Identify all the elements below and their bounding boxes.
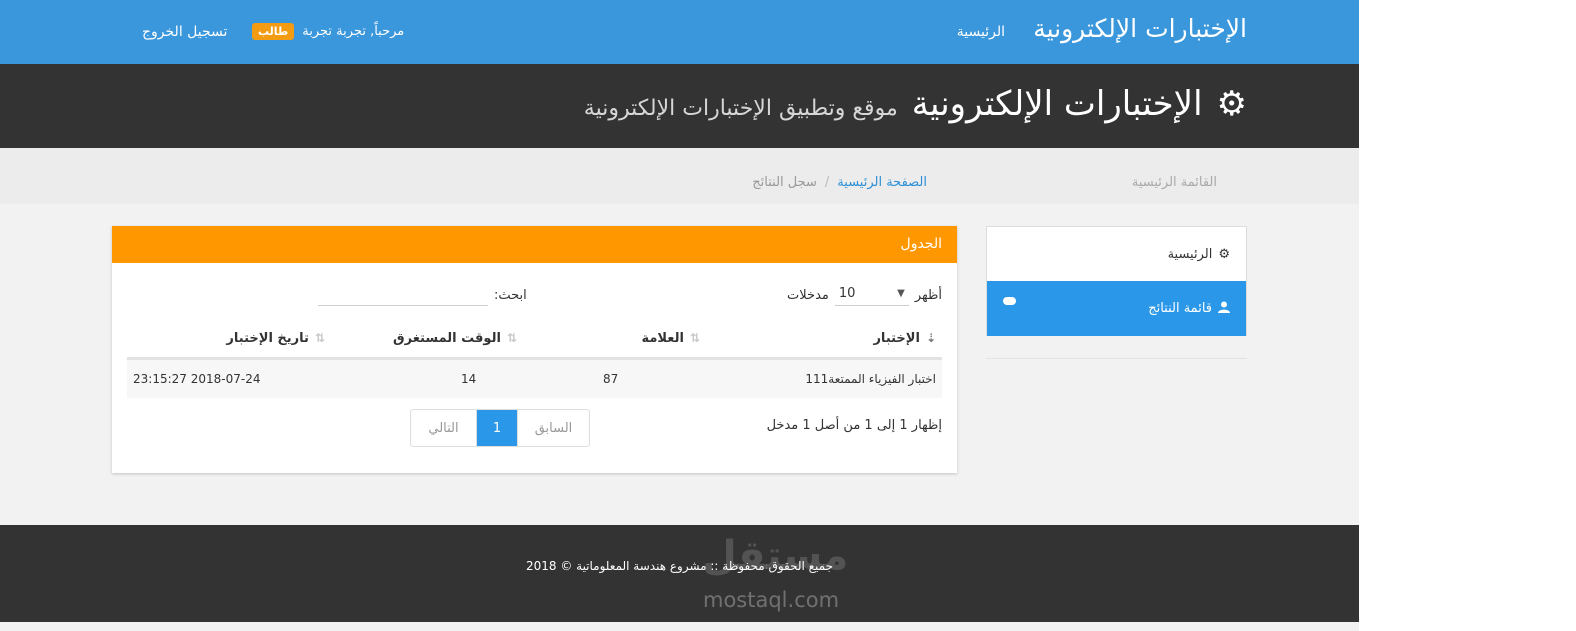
page-1-button[interactable]: 1 [477,410,517,446]
sidebar-title: القائمة الرئيسية [1131,175,1217,190]
caret-down-icon: ▼ [897,288,905,299]
sidebar-item-results[interactable]: قائمة النتائج [987,281,1246,336]
search-input[interactable] [318,284,488,306]
length-entries-label: مدخلات [787,287,829,303]
sidebar-item-label: قائمة النتائج [1148,301,1212,316]
column-header-score[interactable]: ⇅العلامة [523,320,706,360]
copyright-text: جميع الحقوق محفوظة :: مشروع هندسة المعلو… [525,559,834,573]
role-badge: طالب [252,23,295,40]
sidebar-menu: ⚙ الرئيسية قائمة النتائج [986,226,1247,336]
column-header-exam[interactable]: ⇣الإختبار [706,320,942,360]
breadcrumb-home-link[interactable]: الصفحة الرئيسية [837,175,927,190]
length-show-label: أظهر [914,287,942,303]
gear-icon: ⚙ [1216,84,1247,124]
breadcrumb: الصفحة الرئيسية / سجل النتائج [752,175,927,190]
page-length-select[interactable]: 10 ▼ [834,284,909,306]
user-welcome: مرحباً, تجربة تجربة طالب [252,23,404,40]
footer: مستقل جميع الحقوق محفوظة :: مشروع هندسة … [0,525,1359,622]
gear-icon: ⚙ [1218,247,1230,262]
search-label: ابحث: [494,287,527,303]
top-navbar: الإختبارات الإلكترونية الرئيسية مرحباً, … [0,0,1359,64]
page-length-control: أظهر 10 ▼ مدخلات [787,284,942,306]
panel-title: الجدول [112,226,957,263]
sort-icon: ⇅ [506,330,517,345]
toggle-pill-icon [1003,297,1016,305]
hero-header: ⚙ الإختبارات الإلكترونية موقع وتطبيق الإ… [0,64,1359,148]
sidebar-item-label: الرئيسية [1167,247,1213,262]
welcome-text: مرحباً, تجربة تجربة [302,24,405,39]
hero-title: الإختبارات الإلكترونية [911,84,1203,124]
next-page-button[interactable]: التالي [411,410,477,446]
sort-icon: ⇅ [314,330,325,345]
table-row: اختبار الفيزياء الممتعة111 87 14 2018-07… [127,358,942,398]
user-icon [1218,301,1230,317]
table-info: إظهار 1 إلى 1 من أصل 1 مدخل [766,418,942,433]
logout-link[interactable]: تسجيل الخروج [142,24,227,40]
brand-link[interactable]: الإختبارات الإلكترونية [1033,14,1247,43]
breadcrumb-bar: القائمة الرئيسية الصفحة الرئيسية / سجل ا… [0,148,1359,204]
sort-icon: ⇅ [689,330,700,345]
pagination: السابق 1 التالي [410,409,590,447]
nav-home-link[interactable]: الرئيسية [957,24,1005,40]
cell-score: 87 [523,358,706,398]
results-table: ⇣الإختبار ⇅العلامة ⇅الوقت المستغرق ⇅تاري… [127,320,942,398]
page: الإختبارات الإلكترونية الرئيسية مرحباً, … [0,0,1359,631]
breadcrumb-separator: / [824,175,830,190]
cell-time-taken: 14 [331,358,523,398]
search-control: ابحث: [318,284,527,306]
column-header-time[interactable]: ⇅الوقت المستغرق [331,320,523,360]
cell-exam: اختبار الفيزياء الممتعة111 [706,358,942,398]
watermark-logo-url: mostaql.com [703,588,840,612]
sort-asc-icon: ⇣ [925,330,936,345]
table-header-row: ⇣الإختبار ⇅العلامة ⇅الوقت المستغرق ⇅تاري… [127,320,942,360]
sidebar-item-home[interactable]: ⚙ الرئيسية [987,227,1246,282]
results-panel: الجدول أظهر 10 ▼ مدخلات ابحث: ⇣الإختبار … [112,226,957,473]
breadcrumb-current: سجل النتائج [752,175,817,190]
previous-page-button[interactable]: السابق [517,410,589,446]
sidebar-divider [986,358,1247,359]
hero-content: ⚙ الإختبارات الإلكترونية موقع وتطبيق الإ… [584,84,1247,124]
hero-subtitle: موقع وتطبيق الإختبارات الإلكترونية [583,96,898,121]
page-length-value: 10 [838,286,856,301]
column-header-date[interactable]: ⇅تاريخ الإختبار [127,320,331,360]
cell-date: 2018-07-24 23:15:27 [127,358,331,398]
